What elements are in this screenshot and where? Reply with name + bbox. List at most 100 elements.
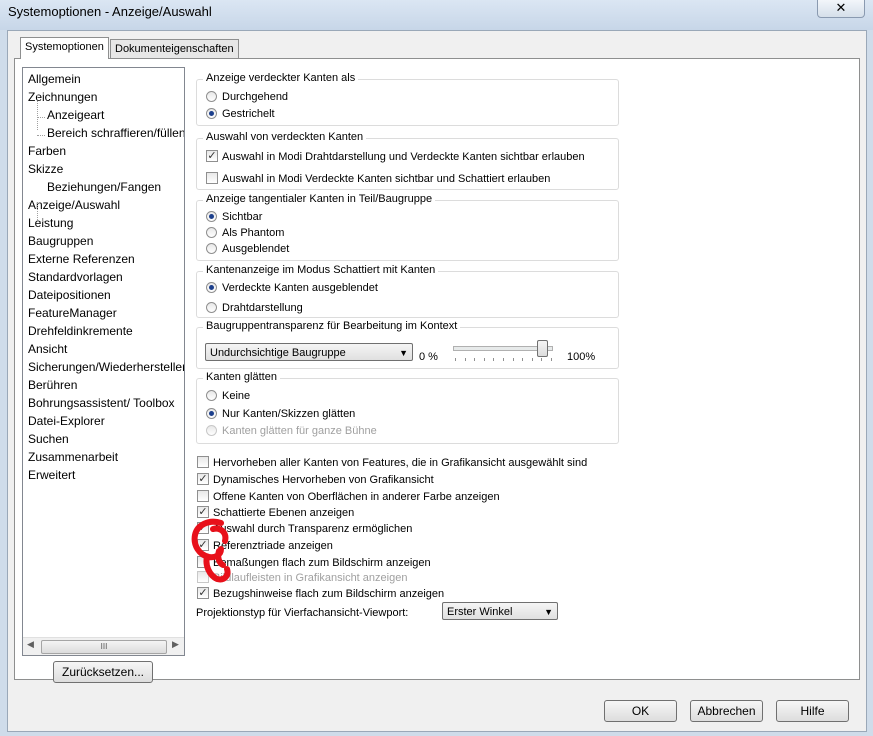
option-label: Dynamisches Hervorheben von Grafikansich… [213,474,434,486]
tangent-edges-group: Anzeige tangentialer Kanten in Teil/Baug… [196,193,619,261]
slider-tick [522,358,524,361]
sidebar-item-farben[interactable]: Farben [28,144,66,158]
transparency-dropdown[interactable]: Undurchsichtige Baugruppe ▼ [205,343,413,361]
checkbox[interactable]: ✓ [197,522,209,534]
horizontal-scrollbar[interactable]: ◀ III ▶ [23,637,184,655]
dropdown-value: Undurchsichtige Baugruppe [210,347,346,359]
tree-line [37,203,38,220]
checkbox[interactable]: ✓ [197,539,209,551]
radio-circle[interactable] [206,390,217,401]
sidebar-item-zusammenarbeit[interactable]: Zusammenarbeit [28,450,118,464]
tab-panel: Allgemein Zeichnungen Anzeigeart Bereich sc… [14,58,860,683]
chevron-down-icon: ▼ [399,348,408,358]
option-label: Bemaßungen flach zum Bildschirm anzeigen [213,557,431,569]
radio-circle[interactable] [206,282,217,293]
sidebar-item-baugruppen[interactable]: Baugruppen [28,234,93,248]
dropdown-value: Erster Winkel [447,606,513,618]
sidebar-item-allgemein[interactable]: Allgemein [28,72,81,86]
option-label: Bezugshinweise flach zum Bildschirm anze… [213,588,445,600]
cancel-button[interactable]: Abbrechen [690,700,763,722]
radio-circle[interactable] [206,108,217,119]
hidden-edges-group: Anzeige verdeckter Kanten als Durchgehen… [196,72,619,126]
checkbox[interactable] [197,456,209,468]
checkbox[interactable] [206,172,218,184]
sidebar-item-beruehren[interactable]: Berühren [28,378,77,392]
option-label: Nur Kanten/Skizzen glätten [222,408,356,420]
radio-circle [206,425,217,436]
radio-circle[interactable] [206,302,217,313]
window-title: Systemoptionen - Anzeige/Auswahl [8,4,212,19]
sidebar-item-bohrungsassistent[interactable]: Bohrungsassistent/ Toolbox [28,396,175,410]
option-label: Auswahl durch Transparenz ermöglichen [213,523,413,535]
sidebar-item-featuremanager[interactable]: FeatureManager [28,306,117,320]
option-label: Sichtbar [222,211,263,223]
option-label: Schattierte Ebenen anzeigen [213,507,355,519]
radio-circle[interactable] [206,227,217,238]
chevron-down-icon: ▼ [544,607,553,617]
sidebar-item-drehfeldinkremente[interactable]: Drehfeldinkremente [28,324,133,338]
help-button[interactable]: Hilfe [776,700,849,722]
projection-label: Projektionstyp für Vierfachansicht-Viewp… [196,607,409,619]
sidebar-item-skizze[interactable]: Skizze [28,162,63,176]
scroll-thumb[interactable]: III [41,640,167,654]
transparency-slider-thumb[interactable] [537,340,549,357]
tree-line [37,221,45,222]
group-title: Kanten glätten [203,371,280,383]
sidebar-item-zeichnungen[interactable]: Zeichnungen [28,90,97,104]
sidebar-item-erweitert[interactable]: Erweitert [28,468,75,482]
sidebar-item-ansicht[interactable]: Ansicht [28,342,67,356]
group-title: Kantenanzeige im Modus Schattiert mit Ka… [203,264,439,276]
tree-line [37,95,38,130]
sidebar-item-bereich-schraffieren[interactable]: Bereich schraffieren/füllen [47,126,184,140]
sidebar-item-sicherungen[interactable]: Sicherungen/Wiederherstellen [28,360,184,374]
sidebar-item-leistung[interactable]: Leistung [28,216,73,230]
slider-tick [455,358,456,361]
sidebar-item-standardvorlagen[interactable]: Standardvorlagen [28,270,123,284]
option-label: Kanten glätten für ganze Bühne [222,425,377,437]
radio-circle[interactable] [206,91,217,102]
shaded-edges-group: Kantenanzeige im Modus Schattiert mit Ka… [196,264,619,318]
sidebar-item-externe-referenzen[interactable]: Externe Referenzen [28,252,135,266]
group-title: Anzeige verdeckter Kanten als [203,72,359,84]
tree-line [37,135,45,136]
dialog-client: Systemoptionen Dokumenteigenschaften All… [7,30,867,732]
reset-button[interactable]: Zurücksetzen... [53,661,153,683]
group-title: Baugruppentransparenz für Bearbeitung im… [203,320,461,332]
sidebar-item-anzeige-auswahl[interactable]: Anzeige/Auswahl [28,198,120,212]
option-label: Keine [222,390,251,402]
transparency-group: Baugruppentransparenz für Bearbeitung im… [196,320,619,369]
checkbox [197,571,209,583]
slider-tick [483,358,485,361]
group-title: Anzeige tangentialer Kanten in Teil/Baug… [203,193,436,205]
option-label: Als Phantom [222,227,285,239]
checkbox[interactable] [197,490,209,502]
slider-min-label: 0 % [419,351,438,363]
slider-tick [464,358,466,361]
slider-tick [493,358,495,361]
checkbox[interactable]: ✓ [197,473,209,485]
ok-button[interactable]: OK [604,700,677,722]
option-label: Gestrichelt [222,108,275,120]
scroll-left-icon[interactable]: ◀ [27,639,34,650]
title-bar: Systemoptionen - Anzeige/Auswahl ✕ [0,0,873,30]
checkbox[interactable] [197,556,209,568]
projection-dropdown[interactable]: Erster Winkel ▼ [442,602,558,620]
checkbox[interactable]: ✓ [206,150,218,162]
sidebar-item-beziehungen-fangen[interactable]: Beziehungen/Fangen [47,180,161,194]
slider-tick [474,358,476,361]
option-label: Drahtdarstellung [222,302,303,314]
sidebar-item-anzeigeart[interactable]: Anzeigeart [47,108,104,122]
sidebar-item-datei-explorer[interactable]: Datei-Explorer [28,414,105,428]
close-button[interactable]: ✕ [817,0,865,18]
scroll-right-icon[interactable]: ▶ [172,639,179,650]
sidebar-item-dateipositionen[interactable]: Dateipositionen [28,288,111,302]
options-tree[interactable]: Allgemein Zeichnungen Anzeigeart Bereich sc… [22,67,185,656]
tab-dokumenteigenschaften[interactable]: Dokumenteigenschaften [110,39,239,58]
radio-circle[interactable] [206,211,217,222]
radio-circle[interactable] [206,408,217,419]
tab-systemoptionen[interactable]: Systemoptionen [20,37,109,59]
sidebar-item-suchen[interactable]: Suchen [28,432,69,446]
checkbox[interactable]: ✓ [197,587,209,599]
checkbox[interactable]: ✓ [197,506,209,518]
radio-circle[interactable] [206,243,217,254]
